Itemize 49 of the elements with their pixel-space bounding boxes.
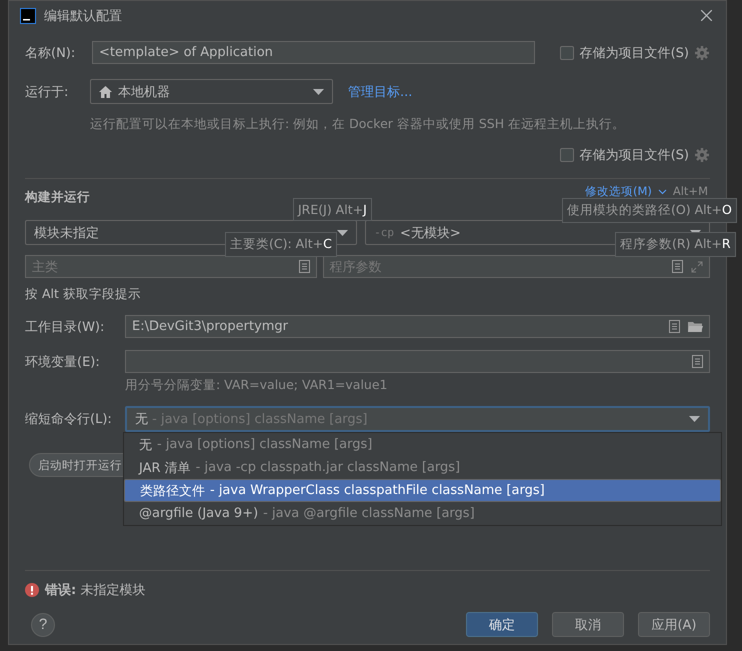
hint-text: 运行配置可以在本地或目标上执行: 例如，在 Docker 容器中或使用 SSH 在远程主机上执行。 bbox=[90, 116, 626, 133]
shortcut-text: Alt+M bbox=[672, 185, 708, 198]
shortcut-tooltip: 使用模块的类路径(O) Alt+O bbox=[562, 198, 737, 223]
environment-variables-field[interactable] bbox=[125, 350, 710, 373]
error-message: 错误: 未指定模块 bbox=[45, 582, 146, 599]
field-label: 工作目录(W): bbox=[25, 318, 106, 336]
close-icon[interactable] bbox=[701, 10, 712, 21]
expand-icon[interactable] bbox=[691, 260, 703, 272]
settings-icon[interactable] bbox=[695, 148, 709, 162]
section-title: 构建并运行 bbox=[25, 189, 90, 206]
dialog-button[interactable]: 取消 bbox=[552, 612, 624, 637]
hint-text: 按 Alt 获取字段提示 bbox=[25, 286, 141, 303]
document-icon[interactable] bbox=[672, 260, 683, 273]
shortcut-tooltip: 程序参数(R) Alt+R bbox=[615, 232, 736, 257]
checkbox[interactable] bbox=[560, 148, 574, 162]
document-icon[interactable] bbox=[298, 260, 310, 273]
dialog-button[interactable]: 确定 bbox=[466, 612, 538, 637]
dialog-button[interactable]: 应用(A) bbox=[638, 612, 710, 637]
field-label: 缩短命令行(L): bbox=[25, 411, 113, 428]
window-title: 编辑默认配置 bbox=[44, 8, 123, 24]
caret-icon bbox=[689, 416, 700, 422]
working-directory-field[interactable]: E:\DevGit3\propertymgr bbox=[125, 315, 710, 338]
manage-targets-link[interactable]: 管理目标... bbox=[348, 82, 412, 100]
error-icon bbox=[25, 583, 39, 597]
app-logo-icon bbox=[20, 8, 36, 24]
field-label: 运行于: bbox=[25, 84, 70, 100]
chevron-icon bbox=[658, 189, 667, 195]
document-icon[interactable] bbox=[669, 320, 680, 333]
dropdown-option[interactable]: 无 - java [options] className [args] bbox=[124, 433, 721, 456]
dropdown-option[interactable]: 类路径文件 - java WrapperClass classpathFile className [args] bbox=[124, 479, 721, 502]
home-icon bbox=[99, 86, 112, 98]
shortcut-tooltip: JRE(J) Alt+J bbox=[293, 198, 372, 221]
shortcut-tooltip: 主要类(C): Alt+C bbox=[225, 232, 337, 257]
document-icon[interactable] bbox=[692, 355, 703, 368]
caret-icon bbox=[313, 88, 324, 94]
field-label: 名称(N): bbox=[25, 44, 76, 62]
checkbox-label[interactable]: 存储为项目文件(S) bbox=[580, 44, 689, 62]
settings-icon[interactable] bbox=[695, 46, 709, 60]
folder-icon[interactable] bbox=[688, 320, 703, 332]
hint-text: 用分号分隔变量: VAR=value; VAR1=value1 bbox=[125, 377, 388, 394]
checkbox-label[interactable]: 存储为项目文件(S) bbox=[580, 146, 689, 164]
dropdown-option[interactable]: @argfile (Java 9+) - java @argfile className [args] bbox=[124, 502, 721, 525]
help-button[interactable]: ? bbox=[31, 612, 55, 636]
caret-icon bbox=[337, 230, 348, 236]
field-label: 环境变量(E): bbox=[25, 354, 101, 370]
modify-options-link[interactable]: 修改选项(M) bbox=[584, 185, 652, 198]
name-field[interactable]: <template> of Application bbox=[92, 41, 535, 64]
checkbox[interactable] bbox=[560, 46, 574, 60]
run-target-dropdown[interactable]: 本地机器 bbox=[90, 79, 333, 104]
